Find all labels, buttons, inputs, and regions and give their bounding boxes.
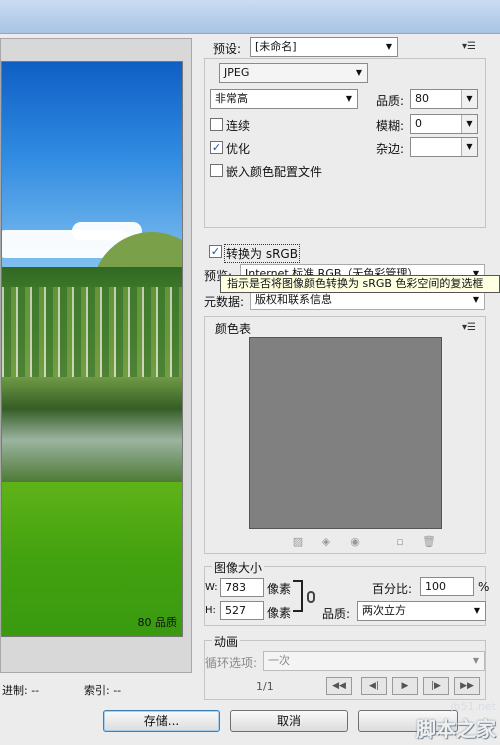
color-table-swatch xyxy=(249,337,442,529)
watermark-name: 脚本之家 xyxy=(416,717,496,741)
lock-icon[interactable]: ◉ xyxy=(349,536,361,548)
first-frame-icon[interactable]: ◀◀ xyxy=(326,677,352,695)
optimized-label: 优化 xyxy=(226,142,251,156)
chevron-down-icon: ▼ xyxy=(472,295,480,304)
tooltip: 指示是否将图像颜色转换为 sRGB 色彩空间的复选框 xyxy=(220,275,500,293)
preview-statusline: 进制: -- 索引: -- xyxy=(0,680,192,700)
status-base-label: 进制: -- xyxy=(2,684,40,697)
preview-trees xyxy=(2,287,182,377)
loop-value: 一次 xyxy=(268,654,290,667)
convert-srgb-label: 转换为 sRGB xyxy=(224,244,300,263)
height-value: 527 xyxy=(225,604,246,617)
matte-select[interactable]: ▼ xyxy=(410,137,478,157)
preset-select[interactable]: [未命名] ▼ xyxy=(250,37,398,57)
watermark-url: jb51.net xyxy=(450,700,496,713)
blur-input[interactable]: 0 ▼ xyxy=(410,114,478,134)
loop-label: 循环选项: xyxy=(205,656,258,670)
preview-pane: 80 品质 xyxy=(0,38,192,673)
next-frame-icon[interactable]: |▶ xyxy=(423,677,449,695)
image-size-title: 图像大小 xyxy=(212,559,265,576)
embed-profile-label: 嵌入颜色配置文件 xyxy=(226,165,323,179)
constrain-bracket xyxy=(293,580,303,612)
tooltip-text: 指示是否将图像颜色转换为 sRGB 色彩空间的复选框 xyxy=(227,277,484,290)
last-frame-icon[interactable]: ▶▶ xyxy=(454,677,480,695)
quality-input[interactable]: 80 ▼ xyxy=(410,89,478,109)
save-button-label: 存储... xyxy=(143,714,180,728)
quality-value: 80 xyxy=(415,92,429,105)
height-label: H: xyxy=(205,605,216,616)
cancel-button-label: 取消 xyxy=(276,714,301,728)
window-titlebar xyxy=(0,0,500,34)
resample-select[interactable]: 两次立方 ▼ xyxy=(357,601,486,621)
chevron-down-icon: ▼ xyxy=(473,606,481,615)
color-table-title: 颜色表 xyxy=(213,320,254,337)
width-unit: 像素 xyxy=(267,582,292,596)
save-button[interactable]: 存储... xyxy=(103,710,220,732)
preview-image xyxy=(1,61,183,637)
frame-counter: 1/1 xyxy=(256,680,274,693)
height-unit: 像素 xyxy=(267,606,292,620)
convert-srgb-checkbox[interactable]: ✓ xyxy=(209,245,222,258)
map-color-icon[interactable]: ▨ xyxy=(292,536,304,548)
percent-unit: % xyxy=(478,580,490,594)
progressive-checkbox[interactable] xyxy=(210,118,223,131)
metadata-value: 版权和联系信息 xyxy=(255,293,332,306)
chevron-down-icon: ▼ xyxy=(461,138,477,156)
resample-value: 两次立方 xyxy=(362,604,406,617)
blur-label: 模糊: xyxy=(376,119,405,133)
chevron-down-icon: ▼ xyxy=(461,90,477,108)
width-input[interactable]: 783 xyxy=(220,578,264,597)
compression-select[interactable]: 非常高 ▼ xyxy=(210,89,358,109)
percent-label: 百分比: xyxy=(372,582,413,596)
animation-title: 动画 xyxy=(212,633,241,650)
preview-water xyxy=(2,377,182,482)
prev-frame-icon[interactable]: ◀| xyxy=(361,677,387,695)
format-select[interactable]: JPEG ▼ xyxy=(219,63,368,83)
metadata-select[interactable]: 版权和联系信息 ▼ xyxy=(250,290,485,310)
blur-value: 0 xyxy=(415,117,422,130)
color-table-menu-icon[interactable]: ▾☰ xyxy=(462,322,476,333)
watermark: jb51.net 脚本之家 xyxy=(416,700,496,742)
width-value: 783 xyxy=(225,581,246,594)
embed-profile-checkbox[interactable] xyxy=(210,164,223,177)
play-icon[interactable]: ▶ xyxy=(392,677,418,695)
preset-value: [未命名] xyxy=(255,40,297,53)
height-input[interactable]: 527 xyxy=(220,601,264,620)
percent-input[interactable]: 100 xyxy=(420,577,474,596)
progressive-label: 连续 xyxy=(226,119,251,133)
cancel-button[interactable]: 取消 xyxy=(230,710,348,732)
trash-icon[interactable]: 🗑 xyxy=(422,536,436,548)
web-shift-icon[interactable]: ◈ xyxy=(320,536,332,548)
link-icon[interactable] xyxy=(307,591,315,603)
chevron-down-icon: ▼ xyxy=(345,94,353,103)
format-value: JPEG xyxy=(224,66,250,79)
percent-value: 100 xyxy=(425,580,446,593)
resample-label: 品质: xyxy=(322,607,351,621)
loop-select[interactable]: 一次 ▼ xyxy=(263,651,485,671)
optimized-checkbox[interactable]: ✓ xyxy=(210,141,223,154)
chevron-down-icon: ▼ xyxy=(472,656,480,665)
status-index-label: 索引: -- xyxy=(84,684,122,697)
quality-label: 品质: xyxy=(376,94,405,108)
new-color-icon[interactable]: ▫ xyxy=(394,536,406,548)
compression-value: 非常高 xyxy=(215,92,248,105)
matte-label: 杂边: xyxy=(376,142,405,156)
chevron-down-icon: ▼ xyxy=(461,115,477,133)
panel-menu-icon[interactable]: ▾☰ xyxy=(462,41,476,52)
width-label: W: xyxy=(205,582,218,593)
chevron-down-icon: ▼ xyxy=(385,42,393,51)
chevron-down-icon: ▼ xyxy=(355,68,363,77)
preset-label: 预设: xyxy=(213,42,242,56)
preview-quality-label: 80 品质 xyxy=(137,616,178,629)
metadata-label: 元数据: xyxy=(204,295,245,309)
